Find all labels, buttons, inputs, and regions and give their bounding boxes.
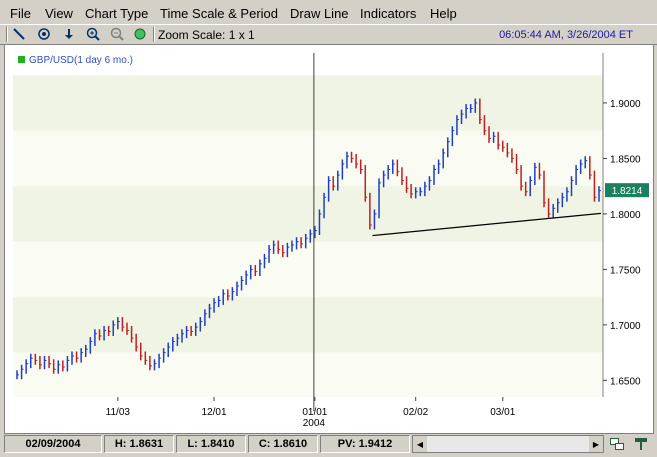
- price-chart[interactable]: 1.9000 1.8500 1.8000 1.7500 1.7000 1.6500 11/0…: [5, 45, 653, 433]
- menu-view[interactable]: View: [45, 6, 73, 21]
- chart-band: [13, 75, 603, 131]
- current-price-label: 1.8214: [612, 186, 643, 197]
- x-tick-label: 11/03: [106, 407, 131, 418]
- legend-label: GBP/USD(1 day 6 mo.): [29, 55, 133, 66]
- menu-help[interactable]: Help: [430, 6, 457, 21]
- status-bar: 02/09/2004 H: 1.8631 L: 1.8410 C: 1.8610…: [4, 434, 654, 454]
- status-low: L: 1.8410: [176, 435, 246, 453]
- scroll-left-icon[interactable]: ◀: [413, 436, 427, 452]
- chart-band: [13, 241, 603, 298]
- window-tile-icon[interactable]: [608, 435, 626, 452]
- chart-band: [13, 297, 603, 353]
- draw-line-tool-button[interactable]: [10, 26, 28, 42]
- toolbar-separator: [6, 27, 8, 42]
- legend-swatch: [18, 56, 25, 63]
- toolbar-separator: [153, 27, 155, 42]
- status-high: H: 1.8631: [104, 435, 174, 453]
- paint-tool-icon[interactable]: [632, 435, 650, 452]
- menu-indicators[interactable]: Indicators: [360, 6, 416, 21]
- y-tick-label: 1.7000: [610, 321, 641, 332]
- menu-draw-line[interactable]: Draw Line: [290, 6, 349, 21]
- y-tick-label: 1.8000: [610, 210, 641, 221]
- zoom-scale-label: Zoom Scale: 1 x 1: [158, 28, 255, 42]
- zoom-in-button[interactable]: [84, 26, 102, 42]
- y-tick-label: 1.9000: [610, 99, 641, 110]
- scroll-right-icon[interactable]: ▶: [589, 436, 603, 452]
- chart-area[interactable]: 1.9000 1.8500 1.8000 1.7500 1.7000 1.6500 11/0…: [4, 44, 654, 434]
- live-update-button[interactable]: [131, 26, 149, 42]
- green-dot-icon: [134, 28, 146, 40]
- menu-bar: File View Chart Type Time Scale & Period…: [0, 4, 657, 24]
- roller-icon: [635, 437, 647, 450]
- menu-file[interactable]: File: [10, 6, 31, 21]
- x-tick-label: 03/01: [490, 407, 515, 418]
- status-pv: PV: 1.9412: [320, 435, 410, 453]
- horizontal-scrollbar[interactable]: ◀ ▶: [412, 435, 604, 453]
- y-tick-label: 1.6500: [610, 376, 641, 387]
- menu-time-scale[interactable]: Time Scale & Period: [160, 6, 278, 21]
- arrow-down-icon: [65, 29, 73, 39]
- y-tick-label: 1.7500: [610, 265, 641, 276]
- menu-chart-type[interactable]: Chart Type: [85, 6, 148, 21]
- status-close: C: 1.8610: [248, 435, 318, 453]
- x-tick-label: 01/01: [302, 407, 327, 418]
- chart-band: [13, 186, 603, 242]
- status-date: 02/09/2004: [4, 435, 102, 453]
- chart-band: [13, 130, 603, 187]
- x-tick-label: 12/01: [202, 407, 227, 418]
- zoom-out-icon: [110, 27, 124, 41]
- arrow-down-tool-button[interactable]: [60, 26, 78, 42]
- year-label: 2004: [303, 418, 326, 429]
- zoom-out-button[interactable]: [108, 26, 126, 42]
- crosshair-tool-button[interactable]: [35, 26, 53, 42]
- diagonal-line-icon: [13, 28, 25, 40]
- chart-band: [13, 352, 603, 397]
- y-tick-label: 1.8500: [610, 154, 641, 165]
- toolbar: Zoom Scale: 1 x 1 06:05:44 AM, 3/26/2004…: [0, 24, 657, 45]
- zoom-in-icon: [86, 27, 100, 41]
- x-tick-label: 02/02: [403, 407, 428, 418]
- target-icon: [38, 28, 50, 40]
- datetime-display: 06:05:44 AM, 3/26/2004 ET: [499, 29, 633, 41]
- windows-icon: [610, 437, 624, 450]
